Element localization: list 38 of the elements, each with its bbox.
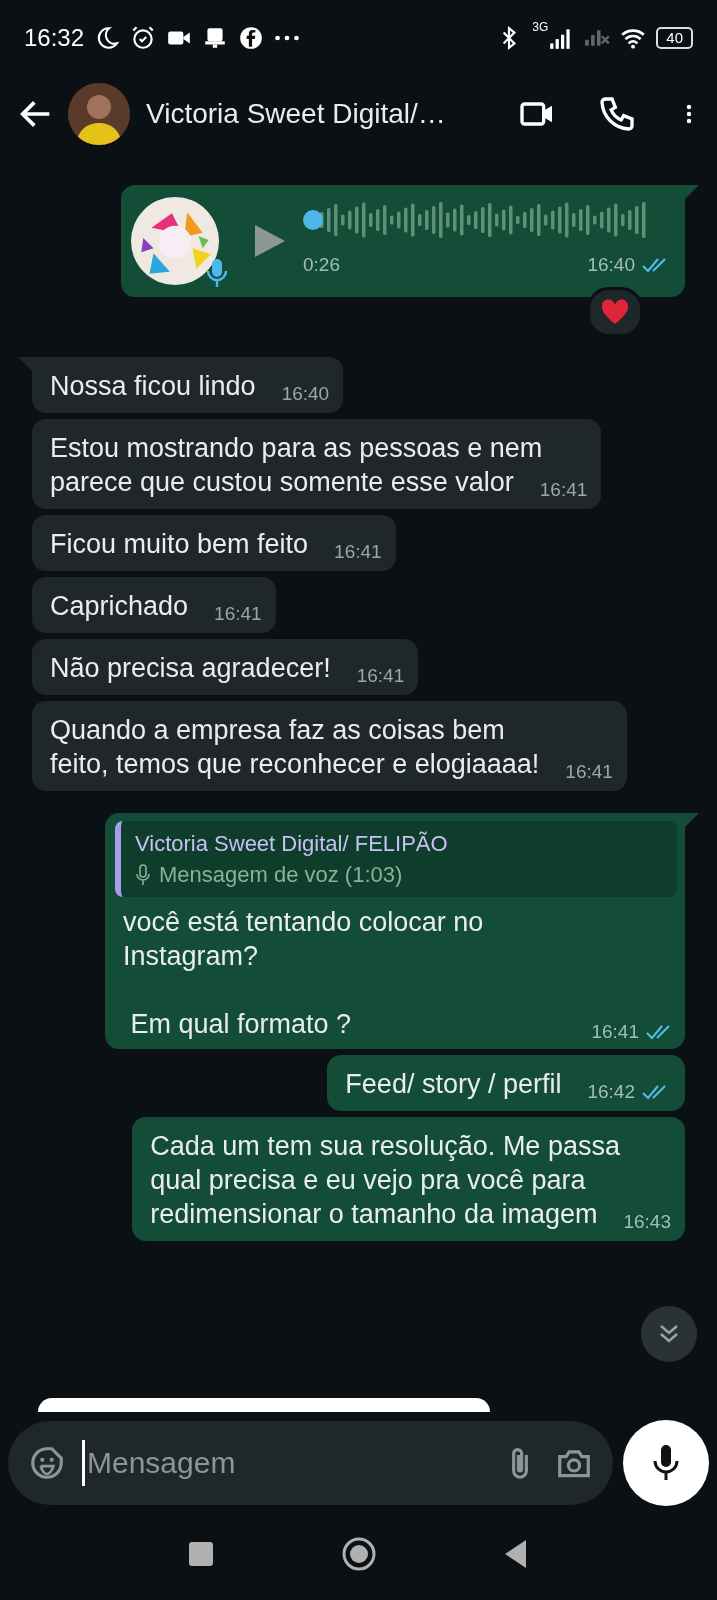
voice-duration: 0:26 — [303, 253, 340, 277]
message-time: 16:40 — [281, 383, 330, 405]
message-text: Nossa ficou lindo — [50, 371, 256, 401]
network-label: 3G — [532, 20, 549, 34]
message-input[interactable]: Mensagem — [82, 1440, 485, 1486]
microphone-icon — [651, 1443, 681, 1483]
message-time: 16:40 — [587, 254, 635, 276]
battery-indicator: 40 — [656, 26, 693, 49]
heart-icon — [601, 299, 629, 325]
message-time: 16:41 — [591, 1021, 639, 1043]
message-time: 16:43 — [623, 1211, 671, 1233]
message-time: 16:41 — [539, 479, 588, 501]
scroll-down-button[interactable] — [641, 1306, 697, 1362]
microphone-icon — [205, 257, 229, 289]
message-time: 16:42 — [587, 1081, 635, 1103]
message-time: 16:41 — [565, 761, 613, 783]
message-text: Não precisa agradecer! — [50, 653, 331, 683]
message-text: você está tentando colocar no Instagram? Em qual formato ? — [123, 907, 484, 1039]
quoted-author: Victoria Sweet Digital/ FELIPÃO — [135, 830, 449, 858]
message-time: 16:41 — [214, 603, 262, 625]
message-text: Caprichado — [50, 591, 189, 621]
phone-icon[interactable] — [597, 94, 637, 134]
message-text: Feed/ story / perfil — [345, 1069, 562, 1099]
quoted-text: Mensagem de voz (1:03) — [159, 861, 403, 889]
message-text: Cada um tem sua resolução. Me passa qual precisa e eu vejo pra você para redimensionar o tamanho da imagem — [150, 1131, 620, 1229]
message-time: 16:41 — [334, 541, 382, 563]
message-time: 16:41 — [356, 665, 405, 687]
more-dots-icon — [274, 33, 301, 42]
quoted-message[interactable]: Victoria Sweet Digital/ FELIPÃO Mensagem de voz (1:03) — [115, 821, 677, 897]
contact-name[interactable]: Victoria Sweet Digital/… — [146, 98, 477, 130]
message-field[interactable]: Mensagem — [8, 1421, 613, 1505]
message-text: Quando a empresa faz as coisas bem feito, temos que reconhecer e elogiaaaa! — [50, 715, 540, 779]
sticker-icon[interactable] — [28, 1444, 66, 1482]
app-icon — [238, 24, 265, 51]
message-text: Ficou muito bem feito — [50, 529, 309, 559]
status-time: 16:32 — [24, 23, 85, 52]
playback-thumb[interactable] — [303, 210, 323, 230]
microphone-icon — [135, 864, 151, 886]
